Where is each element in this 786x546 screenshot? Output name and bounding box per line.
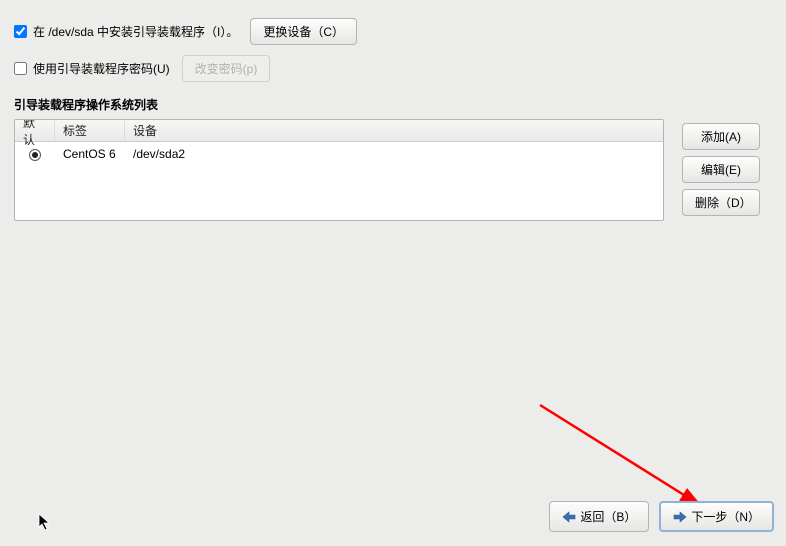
back-button[interactable]: 返回（B）: [549, 501, 649, 532]
radio-selected-icon: [29, 149, 41, 161]
use-password-row: 使用引导装载程序密码(U) 改变密码(p): [14, 55, 772, 82]
use-password-label: 使用引导装载程序密码(U): [33, 60, 170, 77]
os-table-header: 默认 标签 设备: [15, 120, 663, 142]
arrow-right-icon: [673, 511, 687, 523]
install-bootloader-row: 在 /dev/sda 中安装引导装载程序（I）。 更换设备（C）: [14, 18, 772, 45]
col-header-default[interactable]: 默认: [15, 120, 55, 141]
side-buttons: 添加(A) 编辑(E) 删除（D）: [682, 123, 760, 216]
row-device: /dev/sda2: [125, 147, 663, 161]
os-table[interactable]: 默认 标签 设备 CentOS 6 /dev/sda2: [14, 119, 664, 221]
install-bootloader-label: 在 /dev/sda 中安装引导装载程序（I）。: [33, 23, 238, 40]
col-header-device[interactable]: 设备: [125, 120, 663, 141]
delete-button[interactable]: 删除（D）: [682, 189, 760, 216]
next-button-label: 下一步（N）: [691, 508, 760, 525]
row-label: CentOS 6: [55, 147, 125, 161]
add-button[interactable]: 添加(A): [682, 123, 760, 150]
cursor-icon: [38, 513, 52, 536]
footer-nav: 返回（B） 下一步（N）: [549, 501, 774, 532]
row-default-radio[interactable]: [15, 147, 55, 161]
table-row[interactable]: CentOS 6 /dev/sda2: [15, 142, 663, 166]
back-button-label: 返回（B）: [580, 508, 636, 525]
edit-button[interactable]: 编辑(E): [682, 156, 760, 183]
change-password-button: 改变密码(p): [182, 55, 271, 82]
os-list-title: 引导装载程序操作系统列表: [14, 96, 772, 113]
use-password-checkbox[interactable]: [14, 62, 27, 75]
arrow-left-icon: [562, 511, 576, 523]
next-button[interactable]: 下一步（N）: [659, 501, 774, 532]
install-bootloader-checkbox[interactable]: [14, 25, 27, 38]
change-device-button[interactable]: 更换设备（C）: [250, 18, 357, 45]
col-header-label[interactable]: 标签: [55, 120, 125, 141]
